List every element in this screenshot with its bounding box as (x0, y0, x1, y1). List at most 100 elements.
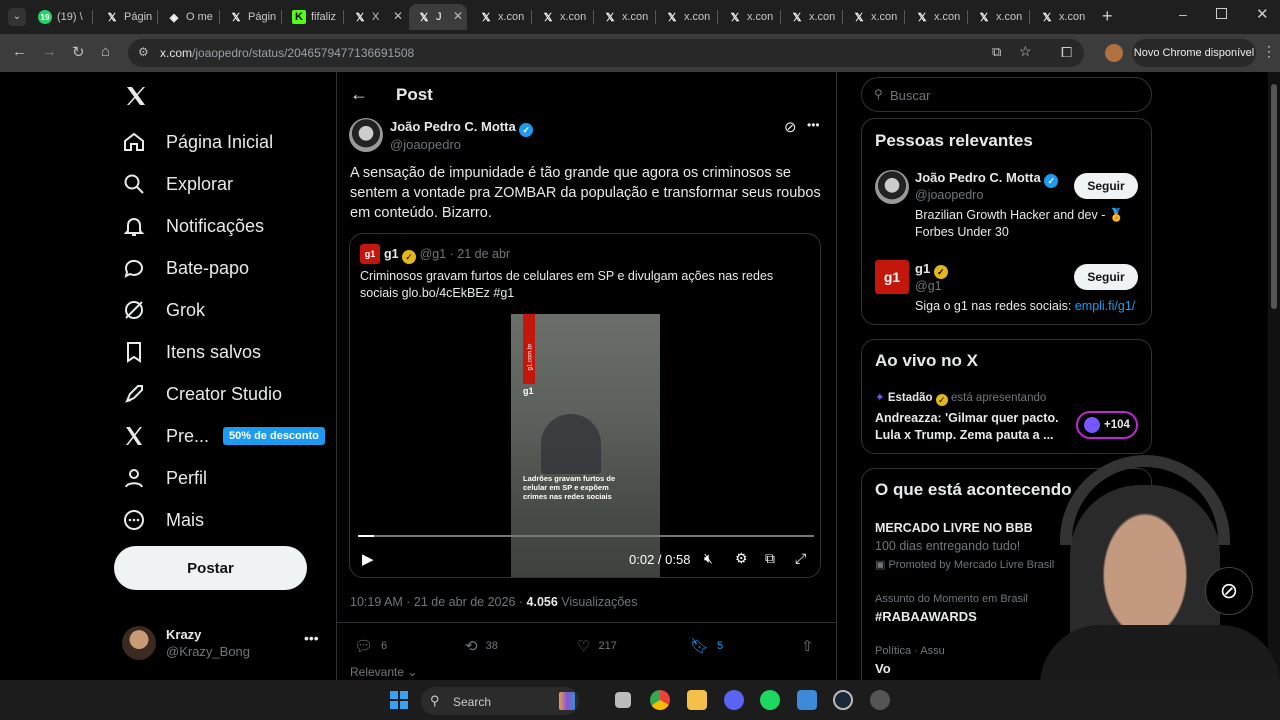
settings-icon[interactable]: ⚙ (735, 550, 748, 567)
app-icon[interactable] (870, 690, 890, 710)
trend-title[interactable]: Vo (875, 661, 891, 676)
account-switcher[interactable]: Krazy @Krazy_Bong ••• (122, 624, 322, 664)
grok-float-icon[interactable]: ⊘ (1205, 567, 1253, 615)
more-options-icon[interactable]: ••• (807, 118, 820, 132)
play-icon[interactable]: ▶ (362, 550, 374, 568)
profile-avatar[interactable] (1105, 44, 1123, 62)
post-button[interactable]: Postar (114, 546, 307, 590)
repost-button[interactable]: ⟲ 38 (465, 637, 498, 655)
browser-tab[interactable]: 𝕏 Págin (221, 4, 281, 30)
host-action: está apresentando (951, 392, 1047, 404)
browser-tab[interactable]: 𝕏x.con (595, 4, 655, 30)
reply-button[interactable]: 💬︎ 6 (354, 637, 387, 655)
fullscreen-icon[interactable]: ⤢ (795, 550, 806, 567)
mute-icon[interactable]: 🔇︎ (704, 550, 713, 567)
scrollbar-thumb[interactable] (1271, 84, 1277, 309)
windows-start-icon[interactable] (390, 691, 408, 709)
person-avatar[interactable] (875, 170, 909, 204)
minimize-button[interactable]: – (1179, 6, 1187, 22)
photos-icon[interactable] (797, 690, 817, 710)
bookmark-star-icon[interactable]: ☆ (1019, 43, 1032, 60)
like-button[interactable]: ♡ 217 (577, 637, 617, 655)
trend-title[interactable]: #RABAAWARDS (875, 609, 977, 624)
grok-icon[interactable]: ⊘ (784, 118, 797, 136)
video-player[interactable]: g1.com.br g1 Ladrões gravam furtos de ce… (511, 314, 660, 577)
browser-tab[interactable]: 𝕏x.con (533, 4, 593, 30)
close-tab-icon[interactable]: ✕ (393, 9, 403, 23)
menu-icon[interactable]: ⋮ (1262, 43, 1276, 60)
live-listeners-button[interactable]: +104 (1076, 411, 1138, 439)
sidebar-item-rocket[interactable]: Creator Studio (122, 374, 282, 414)
quoted-tweet[interactable]: g1 g1 ✓ @g1 · 21 de abr Criminosos grava… (349, 233, 821, 578)
browser-tab[interactable]: 𝕏 Págin (97, 4, 157, 30)
browser-tab[interactable]: 𝕏x.con (969, 4, 1029, 30)
sidebar-item-chat[interactable]: Bate-papo (122, 248, 249, 288)
install-icon[interactable]: ⧉ (992, 44, 1001, 60)
trend-title[interactable]: MERCADO LIVRE NO BBB (875, 521, 1033, 535)
back-arrow-icon[interactable]: ← (350, 84, 368, 105)
home-icon[interactable]: ⌂ (101, 43, 110, 60)
steam-icon[interactable] (833, 690, 853, 710)
task-view-icon[interactable] (615, 692, 631, 708)
author-handle[interactable]: @joaopedro (390, 137, 461, 152)
video-progress-track[interactable] (358, 535, 814, 537)
address-bar[interactable]: ⚙ x.com/joaopedro/status/204657947713669… (128, 39, 1084, 67)
follow-button[interactable]: Seguir (1074, 173, 1138, 199)
tab-list-button[interactable]: ⌄ (8, 8, 26, 26)
live-host[interactable]: ✦ Estadão ✓ está apresentando (875, 390, 1046, 406)
browser-tab[interactable]: Kfifaliz (284, 4, 343, 30)
browser-tab[interactable]: 𝕏x.con (782, 4, 842, 30)
sidebar-item-grok[interactable]: Grok (122, 290, 205, 330)
file-explorer-icon[interactable] (687, 690, 707, 710)
follow-button[interactable]: Seguir (1074, 264, 1138, 290)
browser-tab[interactable]: 𝕏x.con (657, 4, 717, 30)
x-logo-icon[interactable] (124, 84, 148, 108)
close-tab-icon[interactable]: ✕ (453, 9, 463, 23)
search-input[interactable]: ⚲ Buscar (861, 77, 1152, 112)
live-text[interactable]: Andreazza: 'Gilmar quer pacto. Lula x Tr… (875, 410, 1065, 444)
browser-tab[interactable]: 𝕏x.con (1032, 4, 1094, 30)
g1-avatar[interactable]: g1 (875, 260, 909, 294)
person-name-row[interactable]: g1 ✓ (915, 261, 948, 279)
sort-dropdown[interactable]: Relevante ⌄ (350, 665, 417, 679)
browser-tab[interactable]: ◈ O me (159, 4, 219, 30)
author-avatar[interactable] (349, 118, 383, 152)
author-name-row[interactable]: João Pedro C. Motta ✓ (390, 119, 534, 137)
sidebar-item-more-circle[interactable]: Mais (122, 500, 204, 540)
sidebar-item-search[interactable]: Explorar (122, 164, 233, 204)
sidebar-item-bookmark[interactable]: Itens salvos (122, 332, 261, 372)
discord-icon[interactable] (724, 690, 744, 710)
spotify-icon[interactable] (760, 690, 780, 710)
extensions-icon[interactable]: ⧠ (1061, 44, 1072, 61)
new-tab-button[interactable]: + (1102, 6, 1113, 27)
back-icon[interactable]: ← (12, 43, 27, 60)
sidebar-item-x-logo[interactable]: Pre... 50% de desconto (122, 416, 325, 456)
more-icon[interactable]: ••• (304, 630, 319, 646)
maximize-button[interactable] (1216, 8, 1227, 19)
bookmark-button[interactable]: 🔖︎ 5 (690, 637, 723, 655)
browser-tab[interactable]: 𝕏x.con (907, 4, 967, 30)
browser-tab[interactable]: 𝕏x.con (720, 4, 780, 30)
site-info-icon[interactable]: ⚙ (138, 45, 149, 59)
chrome-update-button[interactable]: Novo Chrome disponível (1132, 39, 1256, 67)
person-name-row[interactable]: João Pedro C. Motta ✓ (915, 170, 1059, 188)
pip-icon[interactable]: ⧉ (765, 550, 775, 567)
browser-tab[interactable]: 𝕏x.con (844, 4, 904, 30)
post-time[interactable]: 10:19 AM · 21 de abr de 2026 · (350, 595, 523, 609)
forward-icon[interactable]: → (42, 43, 57, 60)
taskbar-search[interactable]: ⚲ Search (421, 687, 579, 715)
sidebar-item-person[interactable]: Perfil (122, 458, 207, 498)
bio-link[interactable]: empli.fi/g1/ (1075, 299, 1135, 313)
sidebar-item-home[interactable]: Página Inicial (122, 122, 273, 162)
browser-tab[interactable]: 𝕏x.con (471, 4, 531, 30)
browser-tab[interactable]: 𝕏 J ✕ (409, 4, 467, 30)
gold-badge-icon: ✓ (933, 265, 948, 279)
close-window-button[interactable]: ✕ (1256, 5, 1269, 23)
browser-tab[interactable]: 19 (19) \ (30, 4, 92, 30)
quote-date: · 21 de abr (449, 247, 511, 261)
browser-tab[interactable]: 𝕏 X ✕ (345, 4, 407, 30)
share-button[interactable]: ⇧ (801, 637, 814, 655)
chrome-icon[interactable] (650, 690, 670, 710)
reload-icon[interactable]: ↻ (72, 43, 85, 61)
sidebar-item-bell[interactable]: Notificações (122, 206, 264, 246)
